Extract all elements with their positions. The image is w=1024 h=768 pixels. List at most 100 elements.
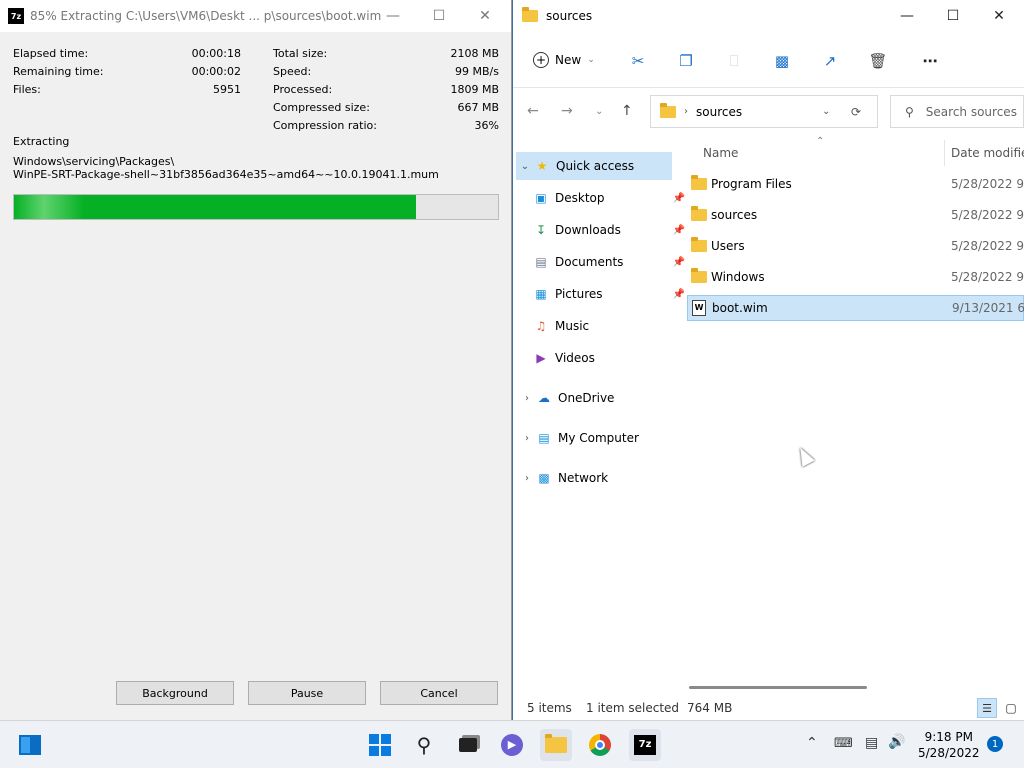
status-size: 764 MB — [687, 701, 733, 715]
network-status-icon[interactable]: ▤ — [865, 735, 878, 751]
address-folder: sources — [696, 104, 743, 119]
search-icon: ⚲ — [905, 104, 914, 119]
share-icon[interactable]: ↗ — [821, 52, 839, 70]
nav-item-my-computer[interactable]: › ▤ My Computer — [518, 424, 674, 452]
minimize-icon[interactable]: — — [884, 0, 930, 32]
stat-compression-ratio: Compression ratio: 36% — [273, 116, 499, 134]
nav-item-network[interactable]: › ▩ Network — [518, 464, 674, 492]
pin-icon: 📌 — [672, 224, 685, 236]
nav-label: My Computer — [558, 431, 639, 445]
stat-label: Remaining time: — [13, 64, 104, 78]
forward-arrow-icon[interactable]: → — [561, 103, 573, 119]
search-box[interactable]: ⚲ Search sources — [890, 95, 1024, 128]
nav-item-documents[interactable]: ▤ Documents 📌 — [533, 248, 689, 276]
nav-item-videos[interactable]: ▶ Videos — [533, 344, 689, 372]
show-hidden-icons-chevron-icon[interactable]: ⌃ — [806, 735, 818, 751]
sevenzip-titlebar[interactable]: 7z 85% Extracting C:\Users\VM6\Deskt ...… — [0, 0, 511, 32]
file-row[interactable]: sources 5/28/2022 9:18 — [687, 202, 1024, 228]
nav-label: Pictures — [555, 287, 603, 301]
stat-value: 00:00:18 — [191, 46, 241, 60]
file-row-selected[interactable]: W boot.wim 9/13/2021 6:00 — [687, 295, 1024, 321]
stat-compressed-size: Compressed size: 667 MB — [273, 98, 499, 116]
clock-time: 9:18 PM — [924, 730, 973, 744]
nav-item-onedrive[interactable]: › ☁ OneDrive — [518, 384, 674, 412]
notification-badge[interactable]: 1 — [987, 736, 1003, 752]
stat-speed: Speed: 99 MB/s — [273, 62, 499, 80]
cut-icon[interactable]: ✂ — [629, 52, 647, 70]
nav-label: Desktop — [555, 191, 605, 205]
column-label: Name — [703, 146, 739, 160]
folder-icon — [660, 102, 676, 118]
copy-icon[interactable]: ❐ — [677, 52, 695, 70]
stat-label: Total size: — [273, 46, 328, 60]
sevenzip-taskbar-icon[interactable]: 7z — [629, 729, 661, 761]
search-icon[interactable]: ⚲ — [408, 729, 440, 761]
widgets-icon[interactable] — [14, 729, 46, 761]
chrome-icon[interactable] — [584, 729, 616, 761]
rename-icon[interactable]: ▩ — [773, 52, 791, 70]
computer-icon: ▤ — [538, 431, 550, 445]
nav-label: Downloads — [555, 223, 621, 237]
chevron-right-icon[interactable]: › — [518, 393, 536, 404]
paste-icon[interactable]: ⎕ — [725, 52, 743, 70]
documents-icon: ▤ — [535, 255, 547, 269]
file-row[interactable]: Windows 5/28/2022 9:18 — [687, 264, 1024, 290]
operation-label: Extracting — [13, 135, 70, 148]
file-explorer-taskbar-icon[interactable] — [540, 729, 572, 761]
nav-item-music[interactable]: ♫ Music — [533, 312, 689, 340]
file-date: 5/28/2022 9:18 — [951, 239, 1024, 253]
stat-value: 5951 — [213, 82, 241, 96]
details-view-icon[interactable]: ☰ — [977, 698, 997, 718]
nav-item-downloads[interactable]: ↧ Downloads 📌 — [533, 216, 689, 244]
column-divider[interactable] — [944, 140, 945, 166]
close-icon[interactable]: ✕ — [976, 0, 1022, 32]
nav-item-quick-access[interactable]: ⌄ ★ Quick access — [516, 152, 672, 180]
address-bar[interactable]: › sources ⌄ ⟳ — [650, 95, 878, 128]
task-view-icon[interactable] — [452, 729, 484, 761]
file-row[interactable]: Program Files 5/28/2022 9:18 — [687, 171, 1024, 197]
nav-label: Videos — [555, 351, 595, 365]
start-icon[interactable] — [364, 729, 396, 761]
chevron-right-icon[interactable]: › — [518, 433, 536, 444]
stat-label: Elapsed time: — [13, 46, 89, 60]
nav-item-desktop[interactable]: ▣ Desktop 📌 — [533, 184, 689, 212]
status-bar: 5 items 1 item selected 764 MB ☰ ▢ — [513, 696, 1024, 720]
chevron-down-icon[interactable]: ⌄ — [516, 161, 534, 172]
new-button[interactable]: + New ⌄ — [533, 46, 595, 74]
address-dropdown-icon[interactable]: ⌄ — [822, 106, 830, 117]
file-name: Program Files — [711, 177, 792, 191]
large-icons-view-icon[interactable]: ▢ — [1001, 698, 1021, 718]
keyboard-icon[interactable]: ⌨ — [834, 736, 853, 751]
clock[interactable]: 9:18 PM 5/28/2022 — [918, 729, 980, 761]
cancel-button[interactable]: Cancel — [380, 681, 498, 705]
folder-icon — [522, 7, 538, 22]
back-arrow-icon[interactable]: ← — [527, 103, 539, 119]
close-icon[interactable]: ✕ — [462, 0, 508, 32]
recent-locations-chevron-icon[interactable]: ⌄ — [595, 106, 603, 117]
pin-icon: 📌 — [672, 256, 685, 268]
file-date: 9/13/2021 6:00 — [952, 301, 1024, 315]
delete-icon[interactable]: 🗑 — [868, 52, 887, 70]
explorer-titlebar[interactable]: sources — ☐ ✕ — [513, 0, 1024, 32]
up-arrow-icon[interactable]: ↑ — [621, 103, 633, 119]
maximize-icon[interactable]: ☐ — [416, 0, 462, 32]
file-row[interactable]: Users 5/28/2022 9:18 — [687, 233, 1024, 259]
column-header-date[interactable]: Date modified — [951, 140, 1024, 166]
minimize-icon[interactable]: — — [370, 0, 416, 32]
search-placeholder: Search sources — [925, 104, 1017, 119]
stat-remaining: Remaining time: 00:00:02 — [13, 62, 241, 80]
chat-icon[interactable]: ▶ — [496, 729, 528, 761]
refresh-icon[interactable]: ⟳ — [851, 105, 861, 119]
background-button[interactable]: Background — [116, 681, 234, 705]
pause-button[interactable]: Pause — [248, 681, 366, 705]
maximize-icon[interactable]: ☐ — [930, 0, 976, 32]
nav-item-pictures[interactable]: ▦ Pictures 📌 — [533, 280, 689, 308]
folder-icon — [691, 268, 707, 283]
file-name: sources — [711, 208, 758, 222]
chevron-right-icon[interactable]: › — [518, 473, 536, 484]
stat-label: Processed: — [273, 82, 333, 96]
horizontal-scrollbar[interactable] — [689, 686, 867, 689]
volume-icon[interactable]: 🔊 — [888, 734, 905, 750]
more-options-icon[interactable]: ⋯ — [921, 52, 939, 70]
wim-file-icon: W — [692, 300, 706, 316]
